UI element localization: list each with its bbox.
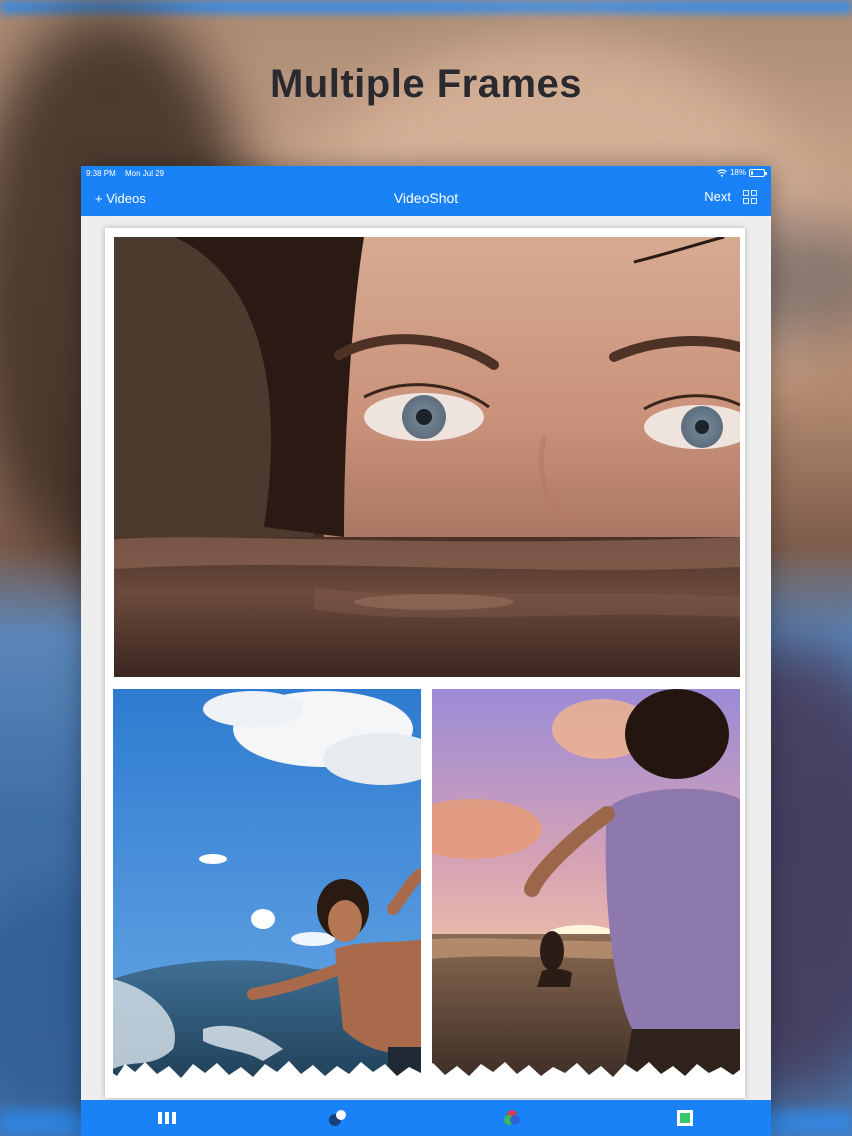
collage-canvas — [105, 228, 745, 1098]
battery-icon — [749, 168, 767, 177]
status-date: Mon Jul 29 — [125, 169, 165, 178]
status-bar: 9:38 PM Mon Jul 29 18% — [81, 166, 771, 182]
torn-paper-edge — [105, 1061, 745, 1098]
layout-columns-icon[interactable] — [156, 1108, 178, 1128]
app-screen: 9:38 PM Mon Jul 29 18% + Videos VideoSho… — [81, 166, 771, 1136]
grid-layout-icon[interactable] — [743, 189, 757, 204]
status-time: 9:38 PM — [86, 169, 116, 178]
color-filter-icon[interactable] — [501, 1108, 523, 1128]
nav-right-actions: Next — [704, 189, 757, 204]
promo-title: Multiple Frames — [269, 62, 582, 106]
blend-circles-icon[interactable] — [327, 1108, 349, 1128]
navigation-bar: + Videos VideoShot Next — [81, 182, 771, 216]
surfer-in-waves-image — [113, 689, 421, 1087]
face-in-water-image — [114, 237, 740, 677]
frame-border-icon[interactable] — [674, 1108, 696, 1128]
next-button[interactable]: Next — [704, 189, 731, 204]
app-title: VideoShot — [393, 190, 459, 206]
frame-bottom-right[interactable] — [432, 689, 740, 1087]
frame-top[interactable] — [114, 237, 740, 677]
status-indicators: 18% — [717, 168, 767, 177]
bottom-toolbar — [81, 1100, 771, 1136]
wifi-icon — [717, 168, 727, 177]
sunset-in-sea-image — [432, 689, 740, 1087]
top-bar: 9:38 PM Mon Jul 29 18% + Videos VideoSho… — [81, 166, 771, 216]
frame-bottom-left[interactable] — [113, 689, 421, 1087]
battery-percent: 18% — [729, 168, 746, 177]
